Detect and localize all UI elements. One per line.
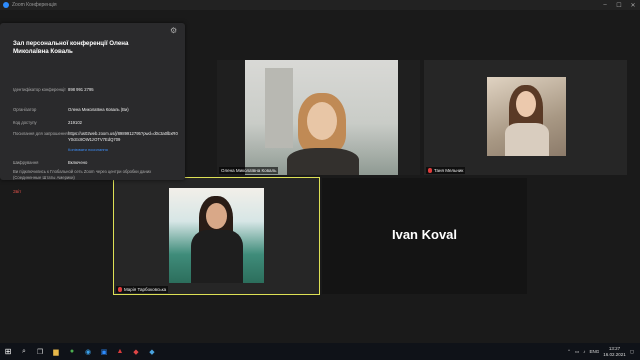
zoom-icon[interactable]: ▣ xyxy=(96,343,112,360)
meeting-info-panel: ⚙ Зал персональної конференції Олена Мик… xyxy=(0,23,185,194)
system-tray: ⌃ ▭ ♪ ENG 13:27 16.02.2021 ▢ xyxy=(567,343,634,360)
video-tile-ivan[interactable]: Ivan Koval xyxy=(322,178,527,294)
participant-name: Олена Миколаївна Коваль xyxy=(221,168,277,173)
row-value: Включено xyxy=(68,160,88,165)
encryption-row: Шифрування Включено xyxy=(13,160,178,166)
participant-name-large: Ivan Koval xyxy=(391,227,458,242)
row-key: Посилання для запрошення xyxy=(13,131,68,136)
video-tile-tanya[interactable]: Таня Мельник xyxy=(424,60,627,175)
video-tile-maria[interactable]: Марія Тарбоковська xyxy=(113,177,320,295)
participant-label: Таня Мельник xyxy=(426,167,466,174)
row-value: 898 991 2795 xyxy=(68,87,94,92)
participant-label: Марія Тарбоковська xyxy=(116,286,169,293)
pdf-icon[interactable]: ◆ xyxy=(128,343,144,360)
participant-label: Олена Миколаївна Коваль xyxy=(219,167,279,174)
acrobat-icon[interactable]: ▲ xyxy=(112,343,128,360)
zoom-window: Zoom Конференція – ☐ ✕ Олена Миколаївна … xyxy=(0,0,640,343)
copy-link-button[interactable]: Копіювати посилання xyxy=(68,147,108,152)
panel-title: Зал персональної конференції Олена Микол… xyxy=(13,40,129,55)
video-tile-olena[interactable]: Олена Миколаївна Коваль xyxy=(217,60,420,175)
file-explorer-icon[interactable]: ▆ xyxy=(48,343,64,360)
close-icon[interactable]: ✕ xyxy=(626,0,640,10)
participant-name: Таня Мельник xyxy=(434,168,464,173)
row-value: https://us02web.zoom.us/j/8989912795?pwd… xyxy=(68,131,178,142)
network-icon[interactable]: ▭ xyxy=(575,349,579,355)
gear-icon[interactable]: ⚙ xyxy=(170,27,178,35)
app-icon[interactable]: ◆ xyxy=(144,343,160,360)
row-key: Ідентифікатор конференції xyxy=(13,87,66,92)
participant-video xyxy=(245,60,398,175)
host-row: Організатор Олена Миколаївна Коваль (Ви) xyxy=(13,107,178,113)
window-title: Zoom Конференція xyxy=(12,2,57,8)
taskbar: ⊞ ⌕ ❐ ▆ ● ◉ ▣ ▲ ◆ ◆ ⌃ ▭ ♪ ENG 13:27 16.0… xyxy=(0,343,640,360)
title-bar: Zoom Конференція – ☐ ✕ xyxy=(0,0,640,10)
row-key: Шифрування xyxy=(13,160,39,165)
clock[interactable]: 13:27 16.02.2021 xyxy=(603,346,626,357)
meeting-id-row: Ідентифікатор конференції 898 991 2795 xyxy=(13,87,178,93)
datacenter-note: Ви підключились к Глобальной сеть Zoom ч… xyxy=(13,169,152,180)
row-value: Олена Миколаївна Коваль (Ви) xyxy=(68,107,129,112)
participant-avatar-photo xyxy=(169,188,264,283)
notifications-icon[interactable]: ▢ xyxy=(630,349,634,355)
volume-icon[interactable]: ♪ xyxy=(583,349,585,354)
muted-mic-icon xyxy=(428,168,432,173)
participant-avatar-photo xyxy=(487,77,566,156)
chrome-icon[interactable]: ● xyxy=(64,343,80,360)
chevron-up-icon[interactable]: ⌃ xyxy=(567,349,571,355)
participant-name: Марія Тарбоковська xyxy=(124,287,167,292)
minimize-icon[interactable]: – xyxy=(598,0,612,10)
windows-start-icon[interactable]: ⊞ xyxy=(0,343,16,360)
edge-icon[interactable]: ◉ xyxy=(80,343,96,360)
report-link[interactable]: Звіт xyxy=(13,189,21,194)
search-icon[interactable]: ⌕ xyxy=(16,343,32,360)
passcode-row: Код доступу 219102 xyxy=(13,120,178,126)
row-key: Організатор xyxy=(13,107,37,112)
zoom-logo-icon xyxy=(3,2,9,8)
row-key: Код доступу xyxy=(13,120,37,125)
row-value: 219102 xyxy=(68,120,82,125)
invite-link-row: Посилання для запрошення https://us02web… xyxy=(13,131,178,142)
maximize-icon[interactable]: ☐ xyxy=(612,0,626,10)
language-indicator[interactable]: ENG xyxy=(589,349,599,354)
muted-mic-icon xyxy=(118,287,122,292)
task-view-icon[interactable]: ❐ xyxy=(32,343,48,360)
clock-date: 16.02.2021 xyxy=(603,351,626,357)
